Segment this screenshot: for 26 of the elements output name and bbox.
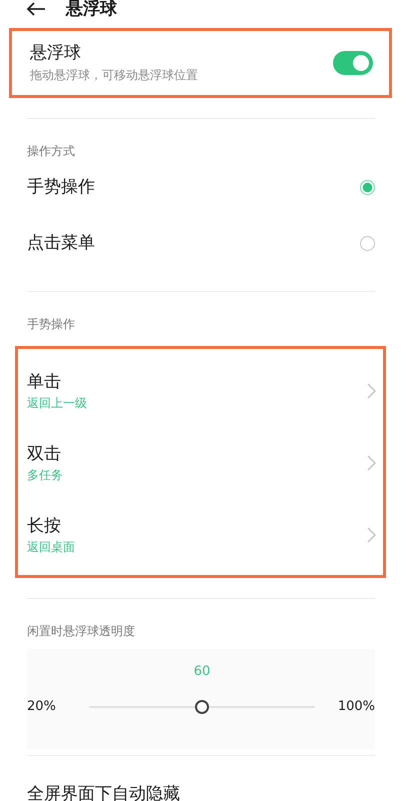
gesture-label: 单击 <box>27 372 62 392</box>
option-label: 手势操作 <box>27 177 95 197</box>
gesture-action: 返回上一级 <box>27 396 87 410</box>
section-heading: 操作方式 <box>27 143 76 159</box>
gesture-action: 多任务 <box>27 468 63 482</box>
radio-button[interactable] <box>360 236 375 250</box>
setting-description: 拖动悬浮球，可移动悬浮球位置 <box>30 68 198 83</box>
gesture-label: 双击 <box>27 444 62 464</box>
setting-title: 悬浮球 <box>30 43 82 63</box>
slider-value: 60 <box>194 663 210 681</box>
slider-thumb[interactable] <box>195 700 209 714</box>
gesture-label: 长按 <box>27 516 62 536</box>
max-label: 100% <box>336 699 375 714</box>
section-heading: 手势操作 <box>27 316 76 332</box>
chevron-icon[interactable] <box>367 383 376 399</box>
gesture-action: 返回桌面 <box>27 540 75 554</box>
section-heading: 闲置时悬浮球透明度 <box>27 623 136 639</box>
radio-button[interactable] <box>360 180 375 194</box>
option-label: 点击菜单 <box>27 233 95 253</box>
chevron-icon[interactable] <box>367 527 376 543</box>
chevron-icon[interactable] <box>367 455 376 471</box>
back-icon[interactable] <box>26 2 46 16</box>
page-title: 悬浮球 <box>66 0 117 18</box>
setting-title: 全屏界面下自动隐藏 <box>27 784 180 801</box>
min-label: 20% <box>27 699 57 714</box>
toggle-switch[interactable] <box>333 51 373 75</box>
